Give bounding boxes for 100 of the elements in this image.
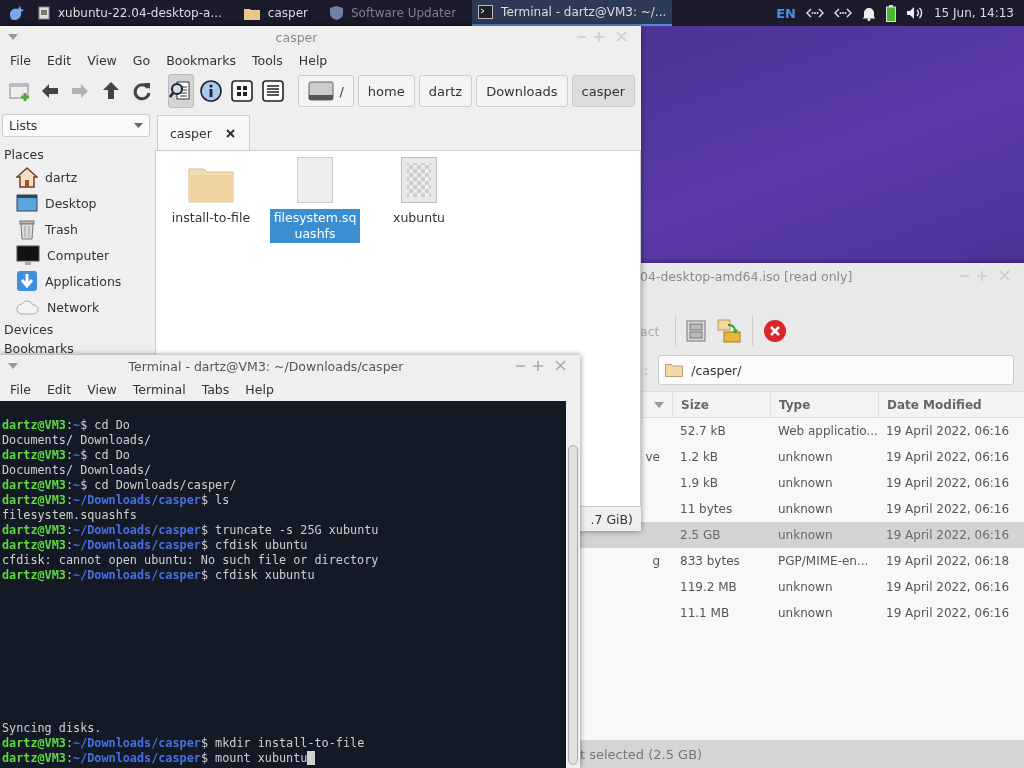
taskbar-button[interactable]: xubuntu-22.04-desktop-a... xyxy=(32,0,228,26)
table-cell: unknown xyxy=(778,476,833,490)
scrollbar-thumb[interactable] xyxy=(568,445,578,765)
sidebar-item[interactable]: Network xyxy=(0,294,155,320)
sidebar-item[interactable]: Desktop xyxy=(0,190,155,216)
file-name[interactable]: xubuntu xyxy=(391,209,447,227)
document-icon xyxy=(38,6,50,20)
terminal-line: dartz@VM3:~/Downloads/casper$ mount xubuntu xyxy=(2,751,566,766)
location-field[interactable]: /casper/ xyxy=(658,355,1014,385)
terminal-line: dartz@VM3:~/Downloads/casper$ ls xyxy=(2,493,231,508)
terminal-line: dartz@VM3:~$ cd Downloads/casper/ xyxy=(2,478,238,493)
path-button[interactable]: dartz xyxy=(418,75,473,107)
menu-item[interactable]: View xyxy=(81,379,123,399)
sort-arrow-icon[interactable] xyxy=(654,401,664,408)
terminal-line: filesystem.squashfs xyxy=(2,508,138,523)
path-button[interactable]: casper xyxy=(571,75,636,107)
table-cell: unknown xyxy=(778,580,833,594)
drive-icon xyxy=(308,80,335,102)
section-heading: Devices xyxy=(3,321,55,339)
table-cell: unknown xyxy=(778,528,833,542)
terminal-line: Documents/ Downloads/ xyxy=(2,433,153,448)
menu-item[interactable]: Edit xyxy=(40,379,78,399)
menu-item[interactable]: Bookmarks xyxy=(160,50,242,70)
menu-item[interactable]: Go xyxy=(126,50,157,70)
location-label: : xyxy=(644,362,649,378)
terminal-line: dartz@VM3:~/Downloads/casper$ mkdir install-to-file xyxy=(2,736,366,751)
volume-icon[interactable] xyxy=(905,6,924,20)
window-title: Terminal - dartz@VM3: ~/Downloads/casper xyxy=(127,358,405,374)
path-button[interactable]: Downloads xyxy=(476,75,568,107)
table-cell: 19 April 2022, 06:16 xyxy=(886,476,1010,490)
table-cell: 19 April 2022, 06:16 xyxy=(886,450,1010,464)
column-header[interactable]: Type xyxy=(770,392,878,417)
battery-icon[interactable] xyxy=(885,4,896,22)
table-cell: 52.7 kB xyxy=(680,424,726,438)
column-header[interactable]: Size xyxy=(672,392,770,417)
table-cell: 19 April 2022, 06:16 xyxy=(886,528,1010,542)
terminal-line: Syncing disks. xyxy=(2,721,103,736)
close-icon[interactable] xyxy=(225,128,235,138)
terminal-line: cfdisk: cannot open ubuntu: No such file or directory xyxy=(2,553,380,568)
terminal-line: dartz@VM3:~/Downloads/casper$ cfdisk ubuntu xyxy=(2,538,309,553)
network-icon[interactable] xyxy=(805,8,824,18)
box-add-icon[interactable] xyxy=(716,318,743,344)
table-cell: Web applicatio... xyxy=(778,424,878,438)
sidebar-item[interactable]: Computer xyxy=(0,242,155,268)
taskbar-button[interactable]: Software Updater xyxy=(324,0,463,26)
menu-item[interactable]: Tools xyxy=(246,50,289,70)
menu-item[interactable]: Tabs xyxy=(195,379,236,399)
table-cell: 1.9 kB xyxy=(680,476,719,490)
sidebar-item[interactable]: Applications xyxy=(0,268,155,294)
window-title: casper xyxy=(274,29,319,45)
table-cell: unknown xyxy=(778,450,833,464)
download-icon xyxy=(16,270,38,292)
section-heading: Bookmarks xyxy=(3,340,75,358)
folder-icon xyxy=(188,165,234,203)
folder-icon xyxy=(665,363,684,377)
table-cell: PGP/MIME-en... xyxy=(778,554,869,568)
table-cell: 2.5 GB xyxy=(680,528,721,542)
checkered-file-icon xyxy=(401,157,437,203)
table-cell: 19 April 2022, 06:16 xyxy=(886,606,1010,620)
section-heading: Places xyxy=(3,146,45,164)
status-text: .7 GiB) xyxy=(590,511,633,527)
file-name[interactable]: install-to-file xyxy=(169,209,253,227)
terminal-line: dartz@VM3:~$ cd Do xyxy=(2,418,131,433)
network-icon[interactable] xyxy=(833,8,852,18)
path-button[interactable]: home xyxy=(357,75,415,107)
sidebar-item[interactable]: Trash xyxy=(0,216,155,242)
menu-item[interactable]: File xyxy=(4,379,37,399)
menu-item[interactable]: Terminal xyxy=(126,379,192,399)
menu-item[interactable]: File xyxy=(4,50,37,70)
monitor-icon xyxy=(16,244,40,266)
cabinet-icon[interactable] xyxy=(686,320,707,342)
search-icon[interactable] xyxy=(167,74,195,108)
table-cell: 19 April 2022, 06:16 xyxy=(886,580,1010,594)
table-cell: unknown xyxy=(778,606,833,620)
trash-icon xyxy=(16,218,38,240)
taskbar-button[interactable]: Terminal - dartz@VM3: ~/... xyxy=(472,0,673,26)
table-cell: 833 bytes xyxy=(680,554,740,568)
terminal-line: dartz@VM3:~/Downloads/casper$ truncate -s 25G xubuntu xyxy=(2,523,380,538)
table-cell: unknown xyxy=(778,502,833,516)
menu-item[interactable]: Edit xyxy=(40,50,78,70)
mouse-logo-icon[interactable] xyxy=(8,6,24,20)
clock[interactable]: 15 Jun, 14:13 xyxy=(933,6,1014,20)
sidebar-item[interactable]: dartz xyxy=(0,164,155,190)
table-cell: 19 April 2022, 06:16 xyxy=(886,502,1010,516)
table-cell: g xyxy=(652,554,660,568)
taskbar-button[interactable]: casper xyxy=(237,0,314,26)
view-dropdown[interactable]: Lists xyxy=(2,114,150,137)
bell-icon[interactable] xyxy=(861,5,876,21)
status-text: t selected (2.5 GB) xyxy=(580,746,703,762)
table-cell: 1.2 kB xyxy=(680,450,719,464)
menu-item[interactable]: View xyxy=(81,50,123,70)
table-cell: 11 bytes xyxy=(680,502,733,516)
path-button[interactable]: / xyxy=(298,75,354,107)
menu-item[interactable]: Help xyxy=(292,50,334,70)
column-header[interactable]: Date Modified xyxy=(878,392,1024,417)
menu-item[interactable]: Help xyxy=(239,379,280,399)
tab[interactable]: casper xyxy=(157,115,250,150)
cloud-icon xyxy=(16,297,40,317)
keyboard-layout[interactable]: EN xyxy=(776,5,796,21)
window-title: 04-desktop-amd64.iso [read only] xyxy=(639,268,854,284)
